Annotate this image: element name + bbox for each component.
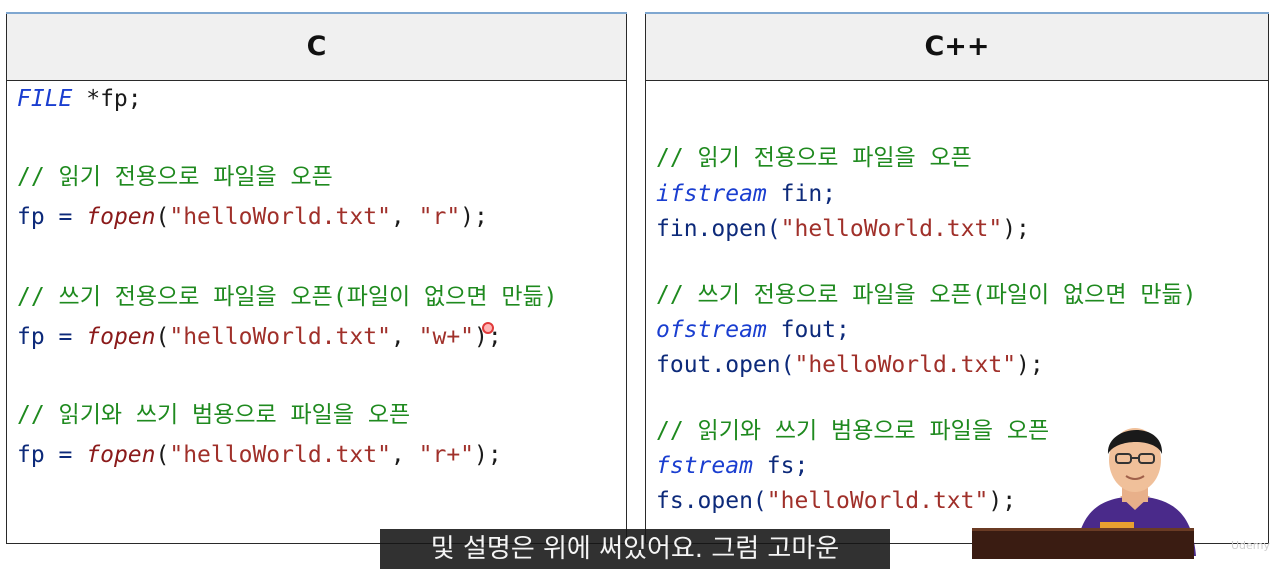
laser-pointer-dot — [482, 322, 494, 334]
code-comment: // 읽기와 쓰기 범용으로 파일을 오픈 — [17, 402, 411, 428]
video-subtitle: 및 설명은 위에 써있어요. 그럼 고마운 — [380, 529, 890, 569]
code-line: ifstream fin; — [656, 181, 837, 207]
panel-accent — [645, 12, 1269, 14]
code-line: ofstream fout; — [656, 317, 850, 343]
code-line: fin.open("helloWorld.txt"); — [656, 216, 1030, 242]
watermark: Udemy — [1230, 539, 1270, 552]
code-line: fs.open("helloWorld.txt"); — [656, 488, 1017, 514]
code-comment: // 쓰기 전용으로 파일을 오픈(파일이 없으면 만듦) — [656, 282, 1197, 308]
panel-accent — [6, 12, 627, 14]
code-line: fout.open("helloWorld.txt"); — [656, 352, 1044, 378]
c-panel-title: C — [7, 13, 626, 81]
code-line: fp = fopen("helloWorld.txt", "r"); — [17, 204, 488, 230]
code-comment: // 읽기와 쓰기 범용으로 파일을 오픈 — [656, 418, 1050, 444]
code-comment: // 읽기 전용으로 파일을 오픈 — [17, 164, 333, 190]
c-code-panel: C FILE *fp; // 읽기 전용으로 파일을 오픈 fp = fopen… — [6, 12, 627, 544]
code-comment: // 쓰기 전용으로 파일을 오픈(파일이 없으면 만듦) — [17, 284, 558, 310]
cpp-panel-title: C++ — [646, 13, 1268, 81]
code-line: fp = fopen("helloWorld.txt", "w+"); — [17, 324, 502, 350]
code-comment: // 읽기 전용으로 파일을 오픈 — [656, 145, 972, 171]
code-line: fstream fs; — [656, 453, 809, 479]
code-line: FILE *fp; — [17, 86, 142, 112]
podium — [972, 528, 1194, 559]
code-line: fp = fopen("helloWorld.txt", "r+"); — [17, 442, 502, 468]
